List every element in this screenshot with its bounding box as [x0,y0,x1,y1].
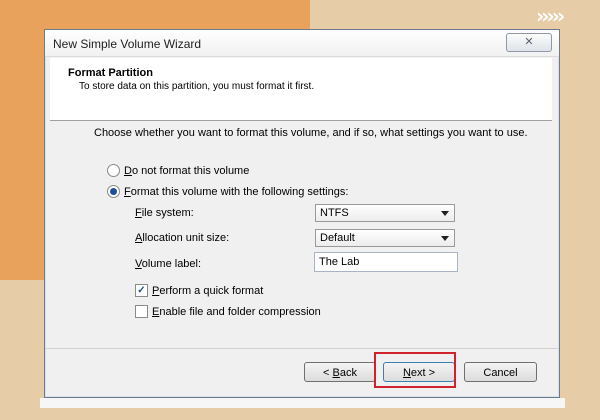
window-title: New Simple Volume Wizard [53,37,202,51]
title-bar: New Simple Volume Wizard ✕ [45,30,559,57]
radio-label-format: Format this volume with the following se… [124,185,349,198]
file-system-label: File system: [135,207,194,219]
footer-divider [45,348,559,349]
close-icon: ✕ [524,36,534,48]
wizard-content: Choose whether you want to format this v… [50,121,552,347]
back-button[interactable]: < Back [304,362,376,382]
file-system-dropdown[interactable]: NTFS [315,204,455,222]
background-strip [40,398,565,408]
volume-label-value: The Lab [319,256,360,268]
compression-checkbox-row[interactable]: Enable file and folder compression [135,305,321,318]
quick-format-checkbox[interactable]: ✓ [135,284,148,297]
compression-label: Enable file and folder compression [152,305,321,318]
chevron-down-icon [441,211,449,216]
cancel-button[interactable]: Cancel [464,362,537,382]
radio-button-unselected[interactable] [107,164,120,177]
compression-checkbox[interactable] [135,305,148,318]
radio-format-volume[interactable]: Format this volume with the following se… [107,185,348,198]
chevron-down-icon [441,236,449,241]
decorative-arrows-icon: ››››› [536,4,565,28]
close-button[interactable]: ✕ [506,33,552,52]
allocation-size-dropdown[interactable]: Default [315,229,455,247]
radio-button-selected[interactable] [107,185,120,198]
quick-format-label: Perform a quick format [152,284,264,297]
wizard-header: Format Partition To store data on this p… [50,58,552,121]
allocation-size-value: Default [320,232,355,244]
highlight-box [374,352,456,388]
quick-format-checkbox-row[interactable]: ✓ Perform a quick format [135,284,263,297]
page-title: Format Partition [68,67,153,79]
volume-label-input[interactable]: The Lab [314,252,458,272]
radio-label-no-format: Do not format this volume [124,164,250,177]
page-subtitle: To store data on this partition, you mus… [79,81,315,92]
wizard-dialog: New Simple Volume Wizard ✕ Format Partit… [44,29,560,398]
volume-label-label: Volume label: [135,258,202,270]
instruction-text: Choose whether you want to format this v… [94,127,528,139]
allocation-size-label: Allocation unit size: [135,232,230,244]
file-system-value: NTFS [320,207,349,219]
radio-do-not-format[interactable]: Do not format this volume [107,164,249,177]
